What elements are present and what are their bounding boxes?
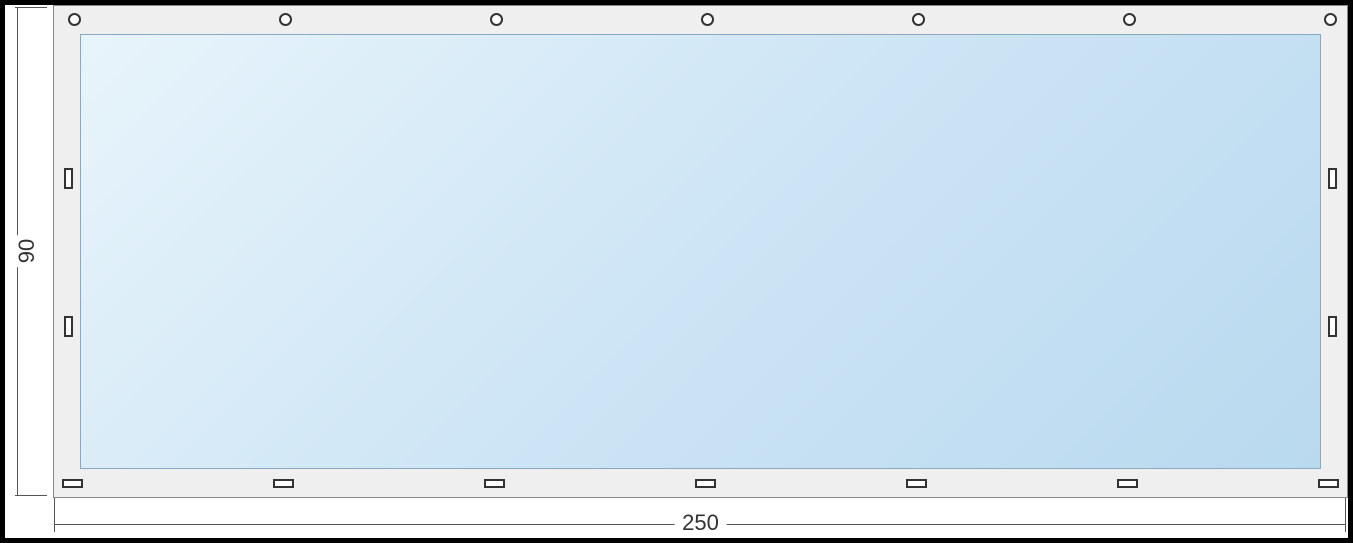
eyelet-slot-icon [1318,479,1339,488]
eyelet-circle-icon [490,13,503,26]
eyelet-circle-icon [279,13,292,26]
dim-tick-left [54,498,55,532]
dim-tick-right [1345,498,1346,532]
eyelet-slot-icon [484,479,505,488]
banner-canvas [80,34,1321,469]
dimension-horizontal: 250 [53,496,1348,538]
dimension-width: 250 [674,508,727,538]
eyelet-slot-icon [64,168,73,189]
eyelet-slot-icon [62,479,83,488]
eyelet-slot-icon [64,316,73,337]
eyelet-slot-icon [1328,168,1337,189]
dim-tick-top [15,7,47,8]
eyelet-circle-icon [1123,13,1136,26]
dimension-vertical: 90 [5,5,53,500]
dimension-height: 90 [12,235,42,267]
banner-frame [53,5,1348,498]
eyelet-slot-icon [273,479,294,488]
eyelet-slot-icon [1117,479,1138,488]
eyelet-slot-icon [906,479,927,488]
eyelet-circle-icon [912,13,925,26]
eyelet-slot-icon [695,479,716,488]
drawing-frame: 90 250 [3,3,1350,540]
eyelet-circle-icon [1324,13,1337,26]
eyelet-circle-icon [68,13,81,26]
eyelet-circle-icon [701,13,714,26]
dim-tick-bottom [15,495,47,496]
eyelet-slot-icon [1328,316,1337,337]
